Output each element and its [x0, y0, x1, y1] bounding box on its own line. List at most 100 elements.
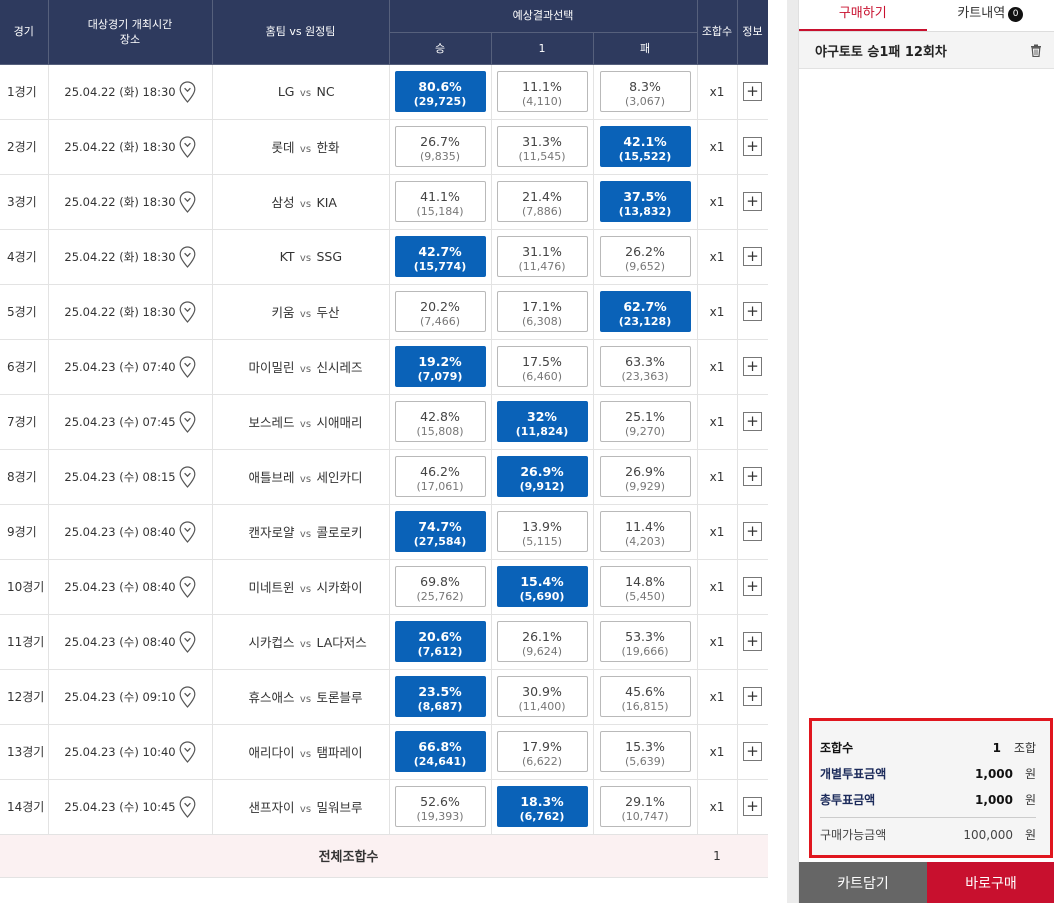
- plus-icon[interactable]: +: [743, 302, 762, 321]
- plus-icon[interactable]: +: [743, 797, 762, 816]
- header-time-line2: 장소: [119, 32, 141, 46]
- option-count: (9,624): [521, 644, 563, 658]
- option-win-button[interactable]: 20.6% (7,612): [394, 621, 486, 662]
- option-loss-button[interactable]: 26.9% (9,929): [599, 456, 691, 497]
- plus-icon[interactable]: +: [743, 137, 762, 156]
- option-win-button[interactable]: 74.7% (27,584): [394, 511, 486, 552]
- option-cell-loss: 37.5% (13,832): [593, 174, 698, 230]
- option-draw-button[interactable]: 13.9% (5,115): [496, 511, 588, 552]
- option-loss-button[interactable]: 15.3% (5,639): [599, 731, 691, 772]
- tab-cart-history[interactable]: 카트내역 0: [927, 0, 1054, 31]
- home-team: KT: [279, 249, 295, 264]
- option-draw-button[interactable]: 26.9% (9,912): [496, 456, 588, 497]
- map-pin-icon[interactable]: [179, 135, 196, 158]
- option-win-button[interactable]: 66.8% (24,641): [394, 731, 486, 772]
- option-win-button[interactable]: 41.1% (15,184): [394, 181, 486, 222]
- option-loss-button[interactable]: 62.7% (23,128): [599, 291, 691, 332]
- plus-icon[interactable]: +: [743, 412, 762, 431]
- map-pin-icon[interactable]: [179, 630, 196, 653]
- plus-icon[interactable]: +: [743, 577, 762, 596]
- option-draw-button[interactable]: 26.1% (9,624): [496, 621, 588, 662]
- combo-multiplier: x1: [697, 669, 738, 725]
- option-win-button[interactable]: 80.6% (29,725): [394, 71, 486, 112]
- option-count: (15,774): [413, 259, 467, 273]
- plus-icon[interactable]: +: [743, 467, 762, 486]
- option-count: (23,128): [618, 314, 672, 328]
- map-pin-icon[interactable]: [179, 575, 196, 598]
- buy-now-button[interactable]: 바로구매: [927, 862, 1054, 903]
- plus-icon[interactable]: +: [743, 687, 762, 706]
- tab-cart-history-label: 카트내역: [957, 6, 1006, 21]
- map-pin-icon[interactable]: [179, 190, 196, 213]
- home-team: 애리다이: [248, 745, 295, 760]
- add-to-cart-button[interactable]: 카트담기: [799, 862, 927, 903]
- option-draw-button[interactable]: 17.9% (6,622): [496, 731, 588, 772]
- option-count: (15,184): [416, 204, 464, 218]
- map-pin-icon[interactable]: [179, 520, 196, 543]
- trash-icon[interactable]: [1030, 44, 1042, 57]
- info-cell: +: [737, 284, 769, 340]
- option-loss-button[interactable]: 53.3% (19,666): [599, 621, 691, 662]
- option-draw-button[interactable]: 30.9% (11,400): [496, 676, 588, 717]
- game-row: 9경기 25.04.23 (수) 08:40 캔자로얄 vs 콜로로키 74.7% (27,…: [0, 504, 769, 560]
- option-draw-button[interactable]: 17.5% (6,460): [496, 346, 588, 387]
- option-loss-button[interactable]: 25.1% (9,270): [599, 401, 691, 442]
- option-cell-loss: 26.9% (9,929): [593, 449, 698, 505]
- option-draw-button[interactable]: 11.1% (4,110): [496, 71, 588, 112]
- summary-combo-unit: 조합: [1013, 741, 1036, 755]
- game-rows: 1경기 25.04.22 (화) 18:30 LG vs NC 80.6% (29,725)…: [0, 64, 769, 835]
- option-loss-button[interactable]: 29.1% (10,747): [599, 786, 691, 827]
- plus-icon[interactable]: +: [743, 522, 762, 541]
- option-win-button[interactable]: 52.6% (19,393): [394, 786, 486, 827]
- option-draw-button[interactable]: 32% (11,824): [496, 401, 588, 442]
- teams-cell: 미네트윈 vs 시카화이: [212, 559, 390, 615]
- plus-icon[interactable]: +: [743, 192, 762, 211]
- tab-purchase[interactable]: 구매하기: [799, 0, 927, 31]
- option-percent: 26.9%: [625, 463, 665, 479]
- option-draw-button[interactable]: 31.1% (11,476): [496, 236, 588, 277]
- map-pin-icon[interactable]: [179, 80, 196, 103]
- map-pin-icon[interactable]: [179, 795, 196, 818]
- summary-combo-value: 1: [992, 741, 1001, 755]
- option-cell-win: 46.2% (17,061): [389, 449, 492, 505]
- plus-icon[interactable]: +: [743, 357, 762, 376]
- option-loss-button[interactable]: 8.3% (3,067): [599, 71, 691, 112]
- option-count: (16,815): [621, 699, 669, 713]
- plus-icon[interactable]: +: [743, 247, 762, 266]
- map-pin-icon[interactable]: [179, 245, 196, 268]
- panel-scrollbar[interactable]: [787, 0, 798, 903]
- map-pin-icon[interactable]: [179, 465, 196, 488]
- game-number: 14경기: [0, 779, 49, 835]
- option-loss-button[interactable]: 14.8% (5,450): [599, 566, 691, 607]
- option-win-button[interactable]: 42.7% (15,774): [394, 236, 486, 277]
- option-loss-button[interactable]: 37.5% (13,832): [599, 181, 691, 222]
- option-draw-button[interactable]: 18.3% (6,762): [496, 786, 588, 827]
- plus-icon[interactable]: +: [743, 82, 762, 101]
- option-loss-button[interactable]: 42.1% (15,522): [599, 126, 691, 167]
- option-win-button[interactable]: 26.7% (9,835): [394, 126, 486, 167]
- map-pin-icon[interactable]: [179, 410, 196, 433]
- option-loss-button[interactable]: 63.3% (23,363): [599, 346, 691, 387]
- option-loss-button[interactable]: 45.6% (16,815): [599, 676, 691, 717]
- option-loss-button[interactable]: 11.4% (4,203): [599, 511, 691, 552]
- option-win-button[interactable]: 42.8% (15,808): [394, 401, 486, 442]
- option-win-button[interactable]: 46.2% (17,061): [394, 456, 486, 497]
- option-draw-button[interactable]: 17.1% (6,308): [496, 291, 588, 332]
- option-win-button[interactable]: 69.8% (25,762): [394, 566, 486, 607]
- map-pin-icon[interactable]: [179, 685, 196, 708]
- map-pin-icon[interactable]: [179, 300, 196, 323]
- option-draw-button[interactable]: 21.4% (7,886): [496, 181, 588, 222]
- map-pin-icon[interactable]: [179, 355, 196, 378]
- option-win-button[interactable]: 20.2% (7,466): [394, 291, 486, 332]
- map-pin-icon[interactable]: [179, 740, 196, 763]
- option-draw-button[interactable]: 31.3% (11,545): [496, 126, 588, 167]
- option-win-button[interactable]: 19.2% (7,079): [394, 346, 486, 387]
- panel-actions: 카트담기 바로구매: [799, 862, 1054, 903]
- option-loss-button[interactable]: 26.2% (9,652): [599, 236, 691, 277]
- home-team: 마이밀린: [248, 360, 295, 375]
- option-cell-win: 41.1% (15,184): [389, 174, 492, 230]
- option-win-button[interactable]: 23.5% (8,687): [394, 676, 486, 717]
- option-draw-button[interactable]: 15.4% (5,690): [496, 566, 588, 607]
- plus-icon[interactable]: +: [743, 632, 762, 651]
- plus-icon[interactable]: +: [743, 742, 762, 761]
